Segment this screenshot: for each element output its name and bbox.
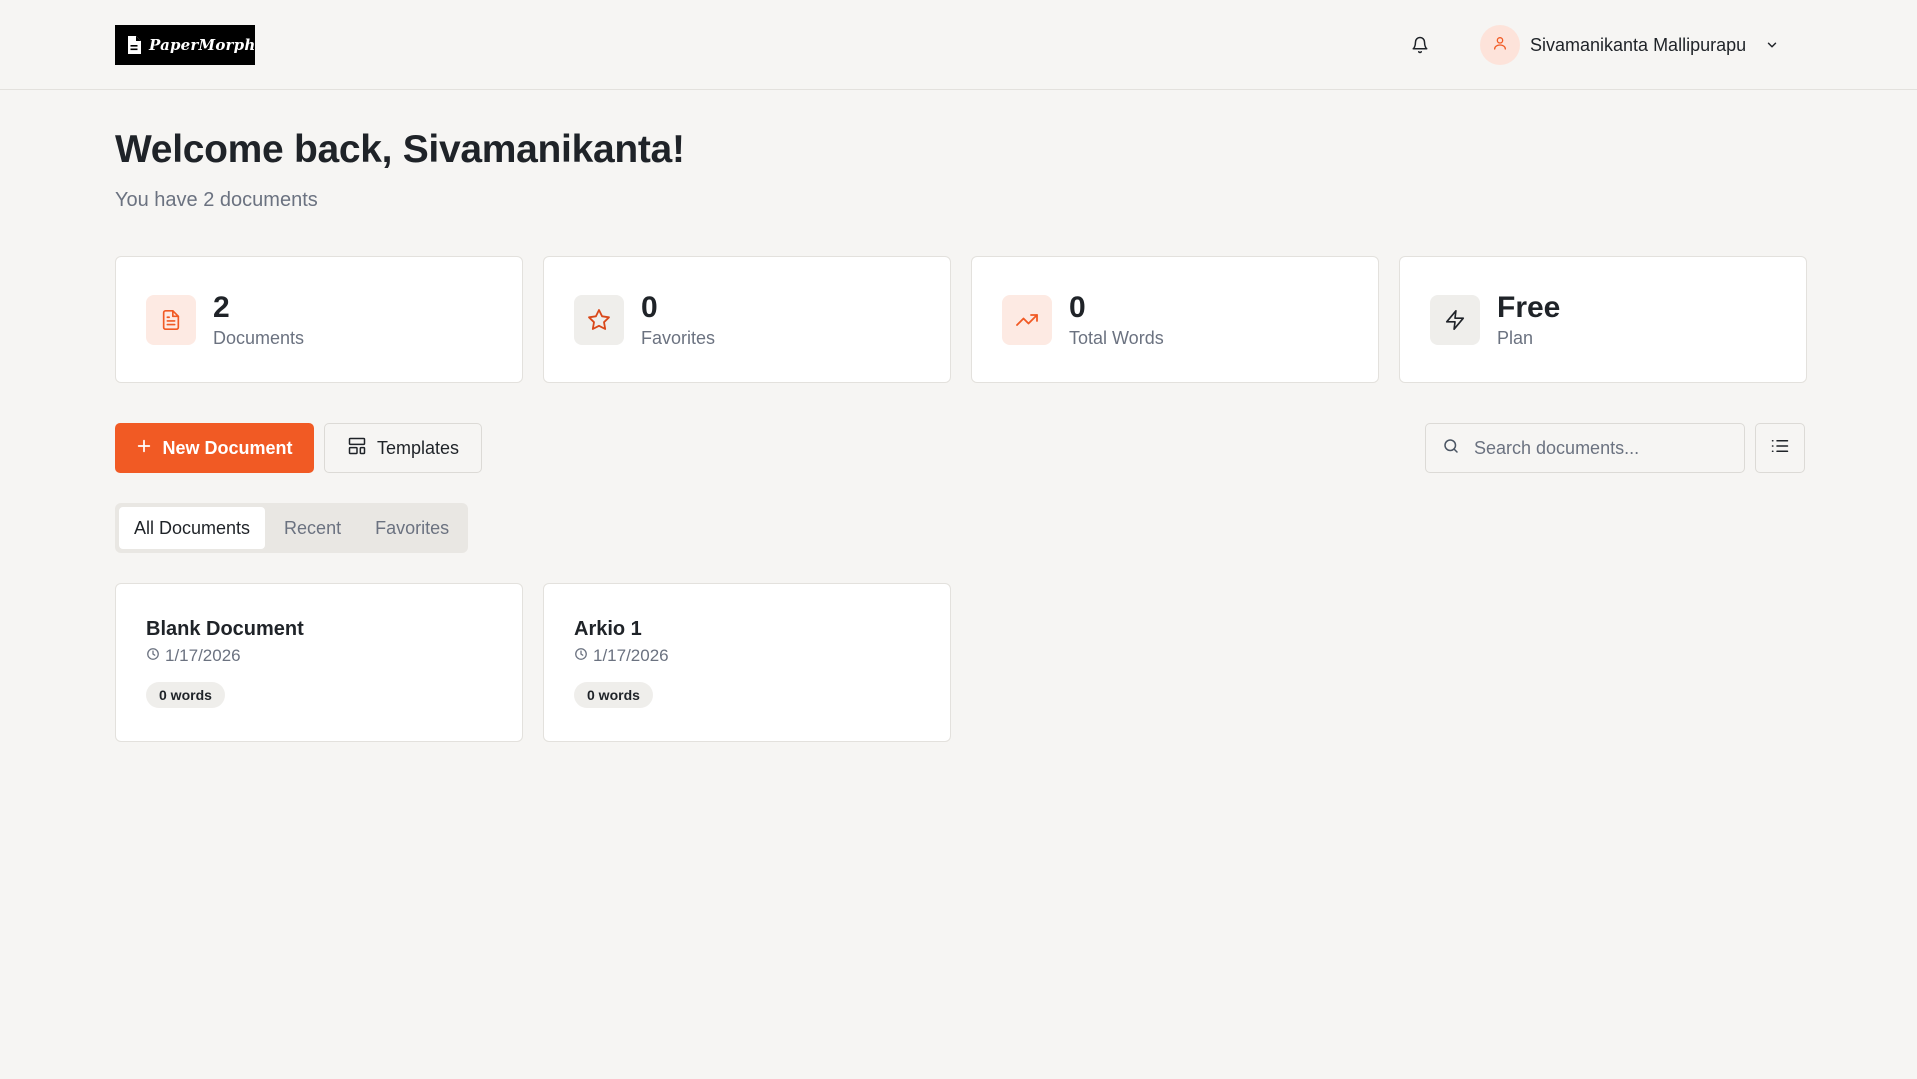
clock-icon [146,646,160,666]
document-card[interactable]: Arkio 1 1/17/2026 0 words [543,583,951,742]
stat-value: Free [1497,290,1561,324]
user-name: Sivamanikanta Mallipurapu [1530,34,1747,55]
top-header: PaperMorph Sivamanikanta Mallipurapu [0,0,1917,90]
stat-label: Favorites [641,327,716,348]
templates-label: Templates [376,437,460,458]
search-input[interactable] [1474,437,1714,459]
search-icon [1442,437,1460,460]
chevron-down-icon [1762,35,1782,55]
stat-card-plan: Free Plan [1399,256,1807,383]
word-count-badge: 0 words [574,682,653,708]
stat-card-documents: 2 Documents [115,256,523,383]
word-count-badge: 0 words [146,682,225,708]
stat-card-favorites: 0 Favorites [543,256,951,383]
layout-template-icon [347,436,367,461]
user-menu[interactable]: Sivamanikanta Mallipurapu [1480,24,1782,66]
clock-icon [574,646,588,666]
logo[interactable]: PaperMorph [115,25,255,65]
document-date: 1/17/2026 [146,646,522,666]
document-date-text: 1/17/2026 [593,646,669,665]
page-subtitle: You have 2 documents [115,189,318,211]
document-title: Blank Document [146,618,304,640]
list-icon [1771,438,1789,459]
stat-value: 2 [213,290,230,324]
tab-favorites[interactable]: Favorites [360,507,464,549]
stat-label: Total Words [1069,327,1164,348]
stat-value: 0 [1069,290,1086,324]
document-title: Arkio 1 [574,618,642,640]
document-icon [146,294,196,345]
tab-recent[interactable]: Recent [269,507,356,549]
document-tabs: All Documents Recent Favorites [115,503,469,553]
page-title: Welcome back, Sivamanikanta! [115,128,685,171]
stat-label: Plan [1497,327,1534,348]
document-card[interactable]: Blank Document 1/17/2026 0 words [115,583,523,742]
new-document-button[interactable]: New Document [115,423,314,473]
stat-card-total-words: 0 Total Words [971,256,1379,383]
notifications-bell-icon[interactable] [1405,30,1435,60]
logo-text: PaperMorph [149,36,256,54]
stats-row: 2 Documents 0 Favorites 0 Total Words Fr… [115,256,1807,383]
star-icon [574,294,624,345]
plus-icon [136,438,152,459]
stat-value: 0 [641,290,658,324]
user-icon [1492,35,1508,56]
search-box [1425,423,1745,473]
tab-all-documents[interactable]: All Documents [119,507,266,549]
document-icon [127,35,141,55]
new-document-label: New Document [162,437,293,458]
document-date: 1/17/2026 [574,646,950,666]
avatar [1480,25,1520,65]
templates-button[interactable]: Templates [324,423,482,473]
list-view-button[interactable] [1755,423,1805,473]
lightning-icon [1430,294,1480,345]
trending-up-icon [1002,294,1052,345]
stat-label: Documents [213,327,305,348]
document-grid: Blank Document 1/17/2026 0 words Arkio 1… [115,583,951,742]
document-date-text: 1/17/2026 [165,646,241,665]
